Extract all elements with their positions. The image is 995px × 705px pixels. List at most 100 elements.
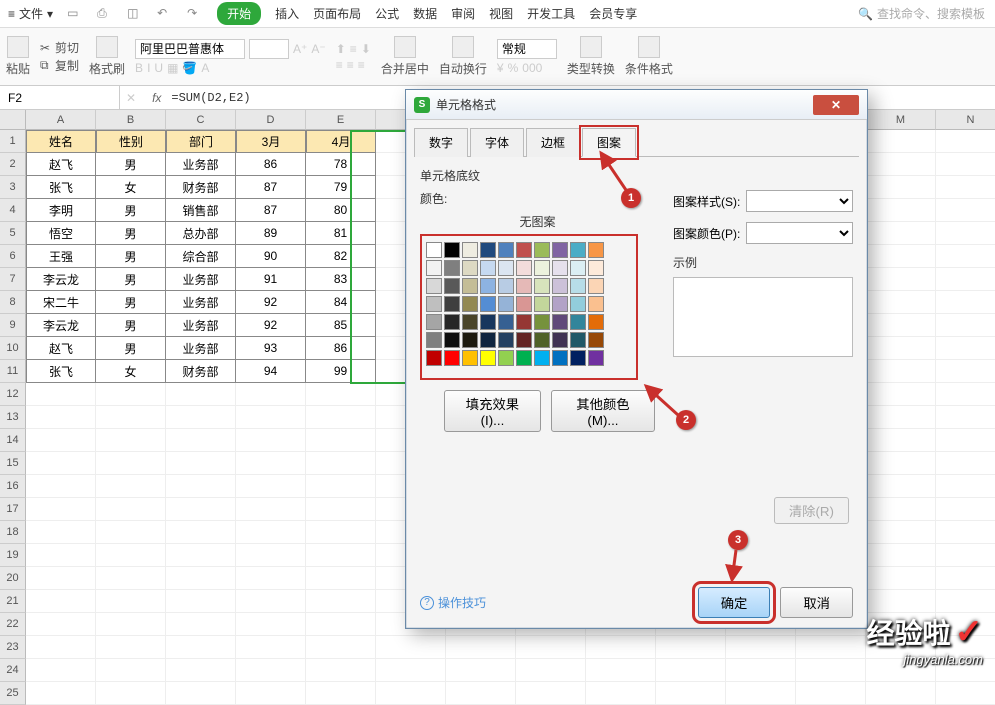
cell[interactable] [166,406,236,429]
color-swatch[interactable] [534,332,550,348]
cell[interactable]: 业务部 [166,268,236,291]
color-swatch[interactable] [516,296,532,312]
format-painter[interactable]: 格式刷 [89,36,125,77]
row-head[interactable]: 15 [0,452,26,475]
row-head[interactable]: 2 [0,153,26,176]
font-color-icon[interactable]: A [201,61,209,75]
copy-button[interactable]: ⧉复制 [40,57,79,74]
cell[interactable] [866,383,936,406]
pattern-color-select[interactable] [746,222,853,244]
pattern-style-select[interactable] [746,190,853,212]
redo-icon[interactable]: ↷ [187,6,203,22]
preview-icon[interactable]: ◫ [127,6,143,22]
cell[interactable] [26,429,96,452]
cell[interactable]: 财务部 [166,360,236,383]
row-head[interactable]: 25 [0,682,26,705]
cell[interactable]: 姓名 [26,130,96,153]
color-swatch[interactable] [498,260,514,276]
cell[interactable] [866,337,936,360]
cell[interactable]: 财务部 [166,176,236,199]
cell[interactable] [516,682,586,705]
cell[interactable]: 张飞 [26,176,96,199]
cell[interactable] [936,176,995,199]
italic-icon[interactable]: I [147,61,150,75]
cell[interactable] [26,613,96,636]
cell[interactable]: 综合部 [166,245,236,268]
color-swatch[interactable] [462,260,478,276]
color-swatch[interactable] [570,314,586,330]
fill-color-icon[interactable]: 🪣 [182,61,197,75]
color-swatch[interactable] [426,278,442,294]
row-head[interactable]: 13 [0,406,26,429]
cell[interactable]: 性别 [96,130,166,153]
cell[interactable]: 李云龙 [26,268,96,291]
cell[interactable] [306,475,376,498]
undo-icon[interactable]: ↶ [157,6,173,22]
cell[interactable] [936,498,995,521]
color-swatch[interactable] [480,296,496,312]
color-swatch[interactable] [570,260,586,276]
color-swatch[interactable] [480,332,496,348]
color-swatch[interactable] [498,296,514,312]
cell[interactable] [936,682,995,705]
cell[interactable] [516,636,586,659]
cond-format[interactable]: 条件格式 [625,36,673,77]
cell[interactable] [936,268,995,291]
cell[interactable] [306,498,376,521]
cell[interactable] [726,636,796,659]
cell[interactable] [306,567,376,590]
cell[interactable] [656,682,726,705]
cell[interactable] [656,636,726,659]
cell[interactable] [936,429,995,452]
cell[interactable] [236,613,306,636]
cell[interactable]: 93 [236,337,306,360]
cell[interactable] [236,567,306,590]
cell[interactable]: 张飞 [26,360,96,383]
cell[interactable]: 男 [96,314,166,337]
cell[interactable] [96,590,166,613]
row-head[interactable]: 21 [0,590,26,613]
color-swatch[interactable] [570,296,586,312]
cut-button[interactable]: ✂剪切 [40,39,79,56]
cell[interactable]: 悟空 [26,222,96,245]
color-swatch[interactable] [588,260,604,276]
cell[interactable]: 79 [306,176,376,199]
cell[interactable]: 王强 [26,245,96,268]
color-swatch[interactable] [480,314,496,330]
cell[interactable] [96,636,166,659]
cell[interactable] [166,452,236,475]
cell[interactable]: 86 [236,153,306,176]
color-swatch[interactable] [570,242,586,258]
cell[interactable] [306,521,376,544]
cell[interactable]: 81 [306,222,376,245]
cell[interactable] [166,498,236,521]
cell[interactable]: 总办部 [166,222,236,245]
cell[interactable] [166,383,236,406]
row-head[interactable]: 19 [0,544,26,567]
cell[interactable] [96,429,166,452]
cell[interactable] [236,544,306,567]
cell[interactable] [306,590,376,613]
cell[interactable] [26,452,96,475]
paste-group[interactable]: 粘贴 [6,36,30,77]
tab-number[interactable]: 数字 [414,128,468,157]
merge-center[interactable]: 合并居中 [381,36,429,77]
tips-link[interactable]: ? 操作技巧 [420,594,486,611]
cell[interactable] [866,682,936,705]
row-head[interactable]: 16 [0,475,26,498]
color-swatch[interactable] [588,296,604,312]
color-swatch[interactable] [480,278,496,294]
cell[interactable] [236,429,306,452]
color-swatch[interactable] [534,260,550,276]
type-convert[interactable]: 类型转换 [567,36,615,77]
col-head[interactable]: N [936,110,995,130]
cell[interactable] [866,429,936,452]
color-swatch[interactable] [552,314,568,330]
cell[interactable]: 82 [306,245,376,268]
cell[interactable] [306,383,376,406]
cell[interactable] [936,383,995,406]
cell[interactable] [936,337,995,360]
color-swatch[interactable] [534,314,550,330]
cell[interactable] [936,406,995,429]
cell[interactable] [866,314,936,337]
